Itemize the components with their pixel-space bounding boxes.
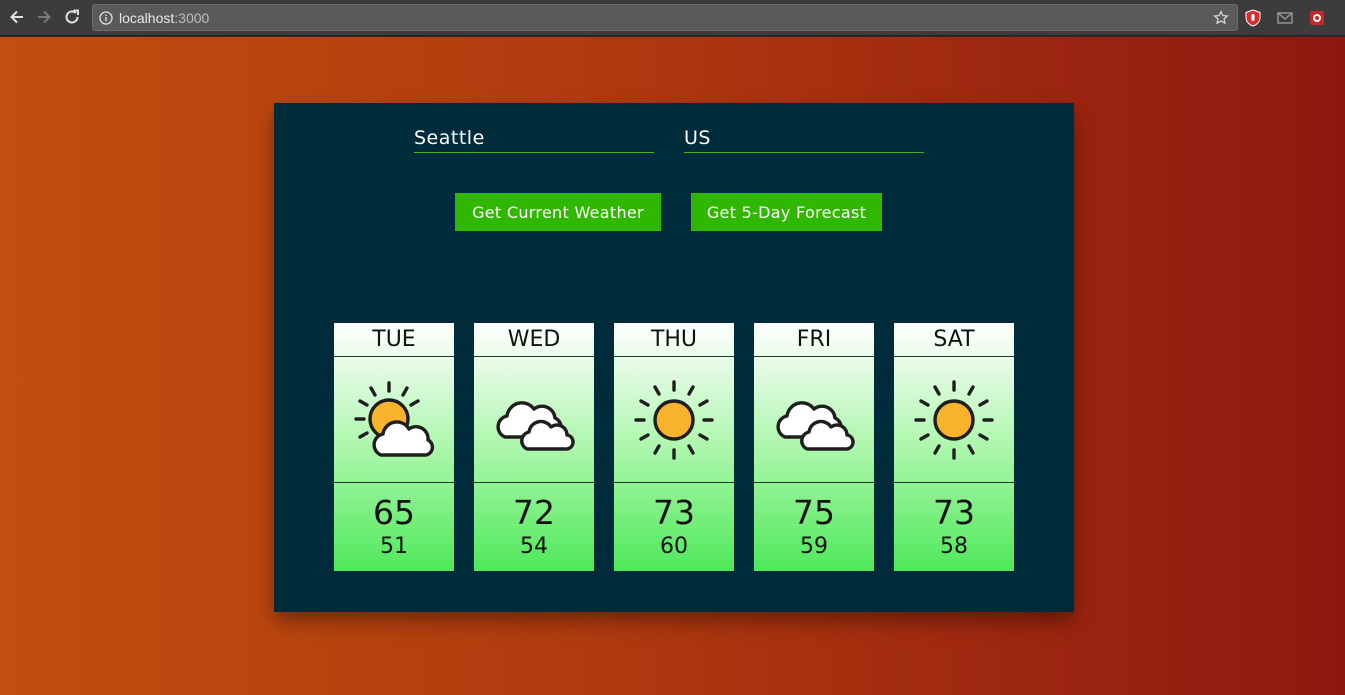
page-background: Get Current Weather Get 5-Day Forecast T… <box>0 37 1345 695</box>
get-forecast-button[interactable]: Get 5-Day Forecast <box>691 193 882 231</box>
day-name: TUE <box>334 323 454 357</box>
get-current-weather-button[interactable]: Get Current Weather <box>455 193 661 231</box>
day-name: FRI <box>754 323 874 357</box>
low-temp: 54 <box>520 534 548 559</box>
high-temp: 73 <box>933 493 975 532</box>
url-host: localhost <box>119 9 175 26</box>
url-text: localhost:3000 <box>119 10 209 26</box>
day-name: SAT <box>894 323 1014 357</box>
forecast-day-card: TUE 65 51 <box>334 323 454 571</box>
high-temp: 75 <box>793 493 835 532</box>
browser-toolbar: localhost:3000 <box>0 0 1345 36</box>
url-port: :3000 <box>174 9 210 26</box>
cloudy-icon <box>776 400 855 451</box>
sunny-icon <box>914 379 994 460</box>
low-temp: 59 <box>800 534 828 559</box>
forecast-day-card: THU 73 60 <box>614 323 734 571</box>
high-temp: 65 <box>373 493 415 532</box>
city-input[interactable] <box>414 125 654 152</box>
forecast-day-card: SAT 73 58 <box>894 323 1014 571</box>
forecast-day-card: WED 72 54 <box>474 323 594 571</box>
low-temp: 60 <box>660 534 688 559</box>
address-bar[interactable]: localhost:3000 <box>92 4 1238 31</box>
city-field[interactable] <box>414 125 654 153</box>
low-temp: 51 <box>380 534 408 559</box>
info-icon[interactable] <box>99 10 113 25</box>
country-input[interactable] <box>684 125 924 152</box>
bookmark-star-icon[interactable] <box>1213 10 1229 26</box>
low-temp: 58 <box>940 534 968 559</box>
day-name: WED <box>474 323 594 357</box>
high-temp: 72 <box>513 493 555 532</box>
high-temp: 73 <box>653 493 695 532</box>
partly-sunny-icon <box>354 380 435 457</box>
sunny-icon <box>634 379 714 460</box>
extension-icon[interactable] <box>1307 8 1327 28</box>
forecast-day-card: FRI 75 59 <box>754 323 874 571</box>
reload-icon[interactable] <box>61 6 83 28</box>
ublock-extension-icon[interactable] <box>1243 8 1263 28</box>
day-name: THU <box>614 323 734 357</box>
mail-extension-icon[interactable] <box>1275 8 1295 28</box>
country-field[interactable] <box>684 125 924 153</box>
forward-icon[interactable] <box>33 6 55 28</box>
weather-card: Get Current Weather Get 5-Day Forecast T… <box>274 103 1074 612</box>
cloudy-icon <box>496 400 575 451</box>
back-icon[interactable] <box>6 6 28 28</box>
